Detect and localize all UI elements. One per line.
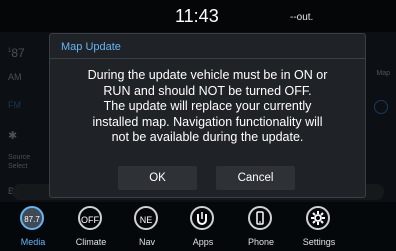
source-select-button: Source Select — [8, 154, 31, 170]
nav-item-media[interactable]: 87.7 Media — [8, 206, 58, 250]
map-update-dialog: Map Update During the update vehicle mus… — [49, 33, 366, 198]
nav-item-climate[interactable]: OFF Climate — [66, 206, 116, 250]
nav-item-phone[interactable]: Phone — [236, 206, 286, 250]
radio-right-panel: Map — [364, 32, 396, 202]
nav-item-apps[interactable]: Apps — [178, 206, 228, 250]
radio-left-panel: 187 AM FM ✱ Source Select B — [0, 32, 47, 202]
cancel-button[interactable]: Cancel — [216, 166, 295, 190]
outside-temperature: --out. — [290, 12, 314, 23]
nav-item-settings[interactable]: Settings — [294, 206, 344, 250]
map-button: Map — [376, 70, 390, 77]
dialog-message: During the update vehicle must be in ON … — [50, 68, 365, 146]
nav-label-media: Media — [20, 237, 46, 247]
dialog-message-line: not be available during the update. — [111, 130, 304, 144]
nav-item-nav[interactable]: NE Nav — [122, 206, 172, 250]
nav-label-phone: Phone — [247, 237, 275, 247]
dialog-title: Map Update — [61, 41, 121, 53]
media-icon: 87.7 — [20, 206, 44, 230]
dialog-divider — [50, 58, 365, 59]
dialog-message-line: RUN and should NOT be turned OFF. — [103, 83, 312, 98]
dialog-message-line: installed map. Navigation functionality … — [92, 114, 323, 129]
circle-icon — [374, 100, 388, 114]
nav-label-nav: Nav — [138, 237, 155, 247]
am-button: AM — [8, 72, 22, 82]
bluetooth-icon: ✱ — [8, 130, 18, 142]
fm-button: FM — [8, 100, 21, 110]
nav-label-apps: Apps — [192, 237, 214, 247]
compass-icon: NE — [134, 206, 158, 230]
gear-icon — [306, 206, 330, 230]
status-bar: 11:43 --out. — [0, 0, 396, 32]
clock: 11:43 — [175, 6, 219, 26]
climate-icon: OFF — [78, 206, 102, 230]
dialog-message-line: The update will replace your currently — [103, 99, 312, 113]
phone-icon — [248, 206, 272, 230]
apps-icon — [190, 206, 214, 230]
nav-label-settings: Settings — [302, 237, 336, 247]
ok-button[interactable]: OK — [118, 166, 197, 190]
bottom-nav-bar: 87.7 Media OFF Climate NE Nav Apps Phone… — [0, 202, 396, 251]
dialog-message-line: During the update vehicle must be in ON … — [87, 68, 328, 82]
nav-label-climate: Climate — [75, 237, 107, 247]
radio-frequency: 187 — [8, 46, 25, 60]
